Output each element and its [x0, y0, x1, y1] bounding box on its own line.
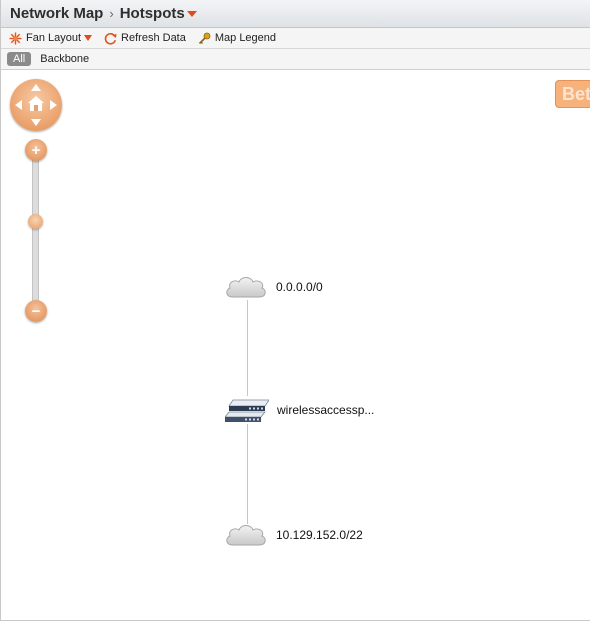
- pan-control[interactable]: [10, 79, 62, 131]
- zoom-out-button[interactable]: −: [25, 300, 47, 322]
- network-node-device[interactable]: wirelessaccessp...: [225, 396, 374, 424]
- corner-badge[interactable]: Bet: [555, 80, 590, 108]
- link-edge: [247, 424, 248, 524]
- zoom-in-button[interactable]: +: [25, 139, 47, 161]
- title-bar: Network Map › Hotspots: [1, 0, 590, 28]
- map-toolbar: Fan Layout Refresh Data Map Legend: [1, 28, 590, 49]
- pan-arrows-icon: [10, 79, 62, 131]
- filter-backbone-tab[interactable]: Backbone: [40, 52, 89, 66]
- refresh-icon: [104, 32, 117, 45]
- zoom-out-icon: −: [32, 304, 41, 319]
- fan-layout-dropdown-icon: [84, 35, 92, 41]
- key-icon: [198, 32, 211, 45]
- fan-layout-icon: [9, 32, 22, 45]
- breadcrumb-root[interactable]: Network Map: [10, 5, 103, 22]
- map-legend-button[interactable]: Map Legend: [198, 32, 276, 45]
- zoom-slider-handle[interactable]: [28, 214, 43, 229]
- fan-layout-label: Fan Layout: [26, 32, 81, 44]
- map-legend-label: Map Legend: [215, 32, 276, 44]
- map-canvas[interactable]: + − Bet 0.0.0.0/0: [1, 71, 590, 621]
- breadcrumb-current[interactable]: Hotspots: [120, 5, 185, 22]
- node-label: 0.0.0.0/0: [276, 280, 323, 294]
- refresh-data-label: Refresh Data: [121, 32, 186, 44]
- cloud-icon: [224, 521, 268, 549]
- filter-bar: All Backbone: [1, 49, 590, 70]
- filter-all-tab[interactable]: All: [7, 52, 31, 66]
- view-dropdown-icon[interactable]: [187, 11, 197, 17]
- node-label: 10.129.152.0/22: [276, 528, 363, 542]
- refresh-data-button[interactable]: Refresh Data: [104, 32, 186, 45]
- link-edge: [247, 300, 248, 396]
- zoom-in-icon: +: [32, 143, 41, 158]
- breadcrumb-separator: ›: [109, 6, 113, 21]
- fan-layout-button[interactable]: Fan Layout: [9, 32, 92, 45]
- node-label: wirelessaccessp...: [277, 403, 374, 417]
- network-node-cloud[interactable]: 0.0.0.0/0: [224, 273, 323, 301]
- cloud-icon: [224, 273, 268, 301]
- switch-icon: [225, 396, 269, 424]
- network-map-app: Network Map › Hotspots Fan Layout Refres…: [0, 0, 590, 621]
- zoom-slider-track[interactable]: [32, 153, 39, 313]
- network-node-cloud[interactable]: 10.129.152.0/22: [224, 521, 363, 549]
